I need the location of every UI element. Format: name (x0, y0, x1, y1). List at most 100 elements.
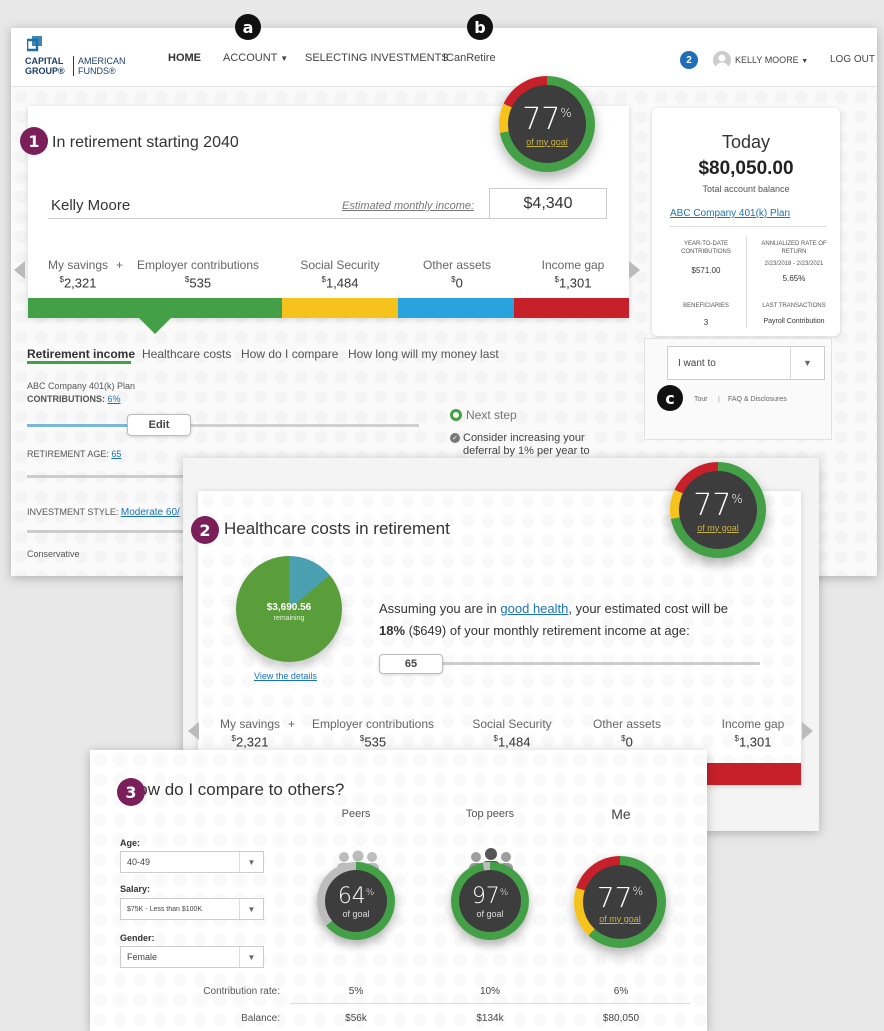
view-details-link[interactable]: View the details (254, 671, 317, 681)
col-header-me: Me (611, 806, 631, 822)
tour-link[interactable]: Tour (694, 396, 708, 403)
me-gauge: 77% of my goal (574, 856, 666, 948)
salary-label: Salary: (120, 884, 151, 894)
balance-caption: Total account balance (702, 184, 790, 194)
tab-retirement-income[interactable]: Retirement income (27, 347, 135, 361)
pie-value: $3,690.56 (266, 602, 312, 613)
logo[interactable]: CAPITAL GROUP® AMERICAN FUNDS® (25, 36, 135, 80)
avatar[interactable] (713, 51, 731, 69)
contribution-rate-peers: 5% (348, 986, 364, 997)
age-slider-knob[interactable]: 65 (379, 654, 443, 674)
peers-of-goal: of goal (342, 908, 370, 919)
salary-select[interactable]: $75K - Less than $100K ▼ (120, 898, 264, 920)
retirement-age-slider[interactable] (27, 475, 187, 478)
top-peers-gauge: 97% of goal (451, 862, 529, 940)
carousel-prev-icon[interactable] (188, 722, 199, 740)
carousel-next-icon[interactable] (629, 261, 640, 279)
next-step-icon (450, 409, 462, 421)
marker-3: 3 (117, 778, 145, 806)
name-underline (48, 218, 503, 219)
ror-value: 5.65% (782, 274, 806, 283)
investment-style-link[interactable]: Moderate 60/ (121, 507, 180, 518)
marker-2: 2 (191, 516, 219, 544)
nav-home[interactable]: HOME (168, 52, 201, 64)
account-balance: $80,050.00 (698, 158, 794, 179)
beneficiaries-value: 3 (703, 318, 709, 327)
dropdown-caret-icon: ▼ (790, 347, 824, 379)
breakdown-social-security: Social Security $1,484 (472, 717, 552, 750)
tab-healthcare-costs[interactable]: Healthcare costs (142, 347, 231, 361)
gauge-goal-link[interactable]: of my goal (697, 523, 739, 533)
bar-other-assets (398, 298, 514, 318)
peers-gauge: 64% of goal (317, 862, 395, 940)
good-health-link[interactable]: good health (500, 601, 568, 616)
nav-selecting-investments[interactable]: SELECTING INVESTMENTS (305, 52, 449, 64)
top-peers-of-goal: of goal (476, 908, 504, 919)
carousel-prev-icon[interactable] (14, 261, 25, 279)
user-menu[interactable]: KELLY MOORE ▼ (735, 55, 808, 65)
carousel-next-icon[interactable] (802, 722, 813, 740)
nav-icanretire[interactable]: ICanRetire (443, 52, 496, 64)
marker-b: b (467, 14, 493, 40)
breakdown-other-assets: Other assets $0 (422, 258, 492, 291)
header-bar: CAPITAL GROUP® AMERICAN FUNDS® HOME ACCO… (11, 28, 877, 86)
ror-label: ANNUALIZED RATE OF RETURN (761, 241, 827, 255)
breakdown-my-savings: My savings $2,321 (219, 717, 281, 750)
contribution-rate-top-peers: 10% (479, 986, 500, 997)
logo-mark-icon (25, 36, 43, 52)
notification-badge[interactable]: 2 (680, 51, 698, 69)
bar-social-security (282, 298, 398, 318)
next-step-heading: Next step (466, 408, 517, 422)
age-select[interactable]: 40-49 ▼ (120, 851, 264, 873)
tab-how-long[interactable]: How long will my money last (348, 347, 499, 361)
account-summary-card: Today $80,050.00 Total account balance A… (652, 108, 840, 336)
col-header-top-peers: Top peers (465, 808, 515, 820)
investment-style-row: INVESTMENT STYLE: Moderate 60/ (27, 507, 180, 518)
ytd-value: $571.00 (691, 266, 721, 275)
peers-percent: 64% (337, 883, 375, 909)
me-percent: 77% (596, 880, 644, 914)
gauge-goal-link[interactable]: of my goal (526, 137, 568, 147)
plus-sign: + (116, 258, 124, 272)
plus-sign: + (288, 717, 296, 731)
me-goal-link[interactable]: of my goal (599, 914, 641, 924)
logout-link[interactable]: LOG OUT (830, 54, 875, 65)
compare-window: How do I compare to others? Peers Top pe… (90, 750, 707, 1031)
contributions-link[interactable]: 6% (108, 394, 121, 404)
i-want-to-select[interactable]: I want to ▼ (667, 346, 825, 380)
bar-savings (28, 298, 282, 318)
check-icon: ✓ (450, 433, 460, 443)
income-bar (28, 298, 629, 318)
summary-divider-h (670, 226, 826, 227)
logo-text-american: AMERICAN (78, 56, 126, 66)
goal-gauge: 77% of my goal (670, 462, 766, 558)
gender-label: Gender: (120, 933, 155, 943)
bar-income-gap (514, 298, 629, 318)
healthcare-title: Healthcare costs in retirement (224, 519, 450, 538)
link-separator: | (718, 396, 720, 403)
contributions-row: CONTRIBUTIONS: 6% (27, 394, 121, 404)
investment-style-slider[interactable] (27, 530, 187, 533)
retirement-age-link[interactable]: 65 (111, 449, 121, 459)
healthcare-text-line1: Assuming you are in good health, your es… (379, 601, 729, 616)
nav-account[interactable]: ACCOUNT ▼ (223, 52, 288, 64)
plan-name: ABC Company 401(k) Plan (27, 381, 136, 391)
tab-how-do-i-compare[interactable]: How do I compare (241, 347, 338, 361)
conservative-label: Conservative (27, 549, 80, 559)
edit-button[interactable]: Edit (127, 414, 191, 436)
gauge-percent: 77% (522, 101, 572, 137)
marker-c: c (657, 385, 683, 411)
faq-link[interactable]: FAQ & Disclosures (728, 396, 787, 403)
pie-caption: remaining (273, 615, 305, 622)
contributions-slider-fill (27, 424, 127, 427)
breakdown-employer: Employer contributions $535 (136, 258, 260, 291)
gender-select[interactable]: Female ▼ (120, 946, 264, 968)
plan-link[interactable]: ABC Company 401(k) Plan (670, 208, 790, 219)
balance-peers: $56k (345, 1013, 367, 1024)
summary-divider-v (746, 236, 747, 328)
balance-me: $80,050 (602, 1013, 640, 1024)
compare-title: How do I compare to others? (126, 780, 345, 799)
next-step-text: Consider increasing your deferral by 1% … (463, 432, 590, 457)
income-value-box[interactable]: $4,340 (489, 188, 607, 219)
healthcare-text-line2: 18% ($649) of your monthly retirement in… (379, 623, 690, 638)
